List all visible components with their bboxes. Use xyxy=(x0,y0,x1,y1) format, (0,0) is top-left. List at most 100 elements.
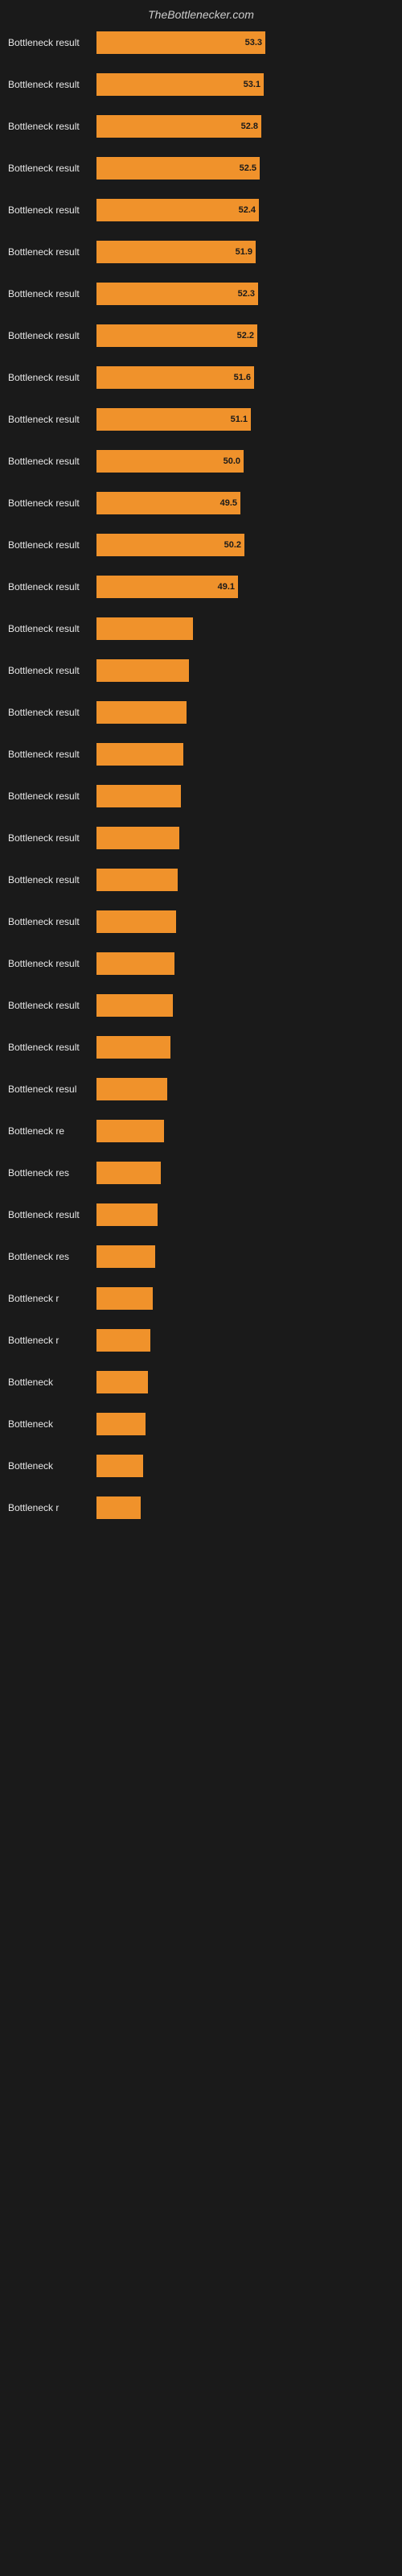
bar-wrapper: 52.8 xyxy=(96,115,394,138)
bar-wrapper: 53.1 xyxy=(96,73,394,96)
bar-wrapper: 51.6 xyxy=(96,366,394,389)
bar-wrapper xyxy=(96,1371,394,1393)
row-separator xyxy=(0,981,402,988)
bar-fill xyxy=(96,869,178,891)
bar-label: Bottleneck xyxy=(8,1418,96,1430)
bar-label: Bottleneck result xyxy=(8,707,96,718)
bar-row: Bottleneck result51.6 xyxy=(0,361,402,394)
bar-value: 53.1 xyxy=(244,80,260,89)
bar-label: Bottleneck result xyxy=(8,497,96,509)
row-separator xyxy=(0,395,402,402)
bar-label: Bottleneck result xyxy=(8,539,96,551)
row-separator xyxy=(0,312,402,318)
bar-label: Bottleneck xyxy=(8,1460,96,1472)
row-separator xyxy=(0,646,402,653)
bar-label: Bottleneck result xyxy=(8,1000,96,1011)
row-separator xyxy=(0,1232,402,1239)
bar-value: 50.0 xyxy=(224,456,240,466)
bar-row: Bottleneck result 52.4 xyxy=(0,194,402,226)
bar-fill: 52.5 xyxy=(96,157,260,180)
bar-wrapper xyxy=(96,1120,394,1142)
bar-fill xyxy=(96,1245,155,1268)
bar-row: Bottleneck xyxy=(0,1408,402,1440)
row-separator xyxy=(0,939,402,946)
bar-row: Bottleneck result52.2 xyxy=(0,320,402,352)
bar-wrapper xyxy=(96,1287,394,1310)
bar-label: Bottleneck result xyxy=(8,1042,96,1053)
bar-label: Bottleneck result xyxy=(8,37,96,48)
bar-wrapper: 50.2 xyxy=(96,534,394,556)
bar-row: Bottleneck result xyxy=(0,906,402,938)
row-separator xyxy=(0,479,402,485)
bar-fill xyxy=(96,1371,148,1393)
bar-fill xyxy=(96,743,183,766)
row-separator xyxy=(0,353,402,360)
bar-fill xyxy=(96,659,189,682)
bar-label: Bottleneck result xyxy=(8,121,96,132)
bar-value: 49.5 xyxy=(220,498,237,508)
bar-row: Bottleneck r xyxy=(0,1282,402,1315)
bar-label: Bottleneck result xyxy=(8,791,96,802)
site-header: TheBottlenecker.com xyxy=(0,0,402,25)
bar-fill xyxy=(96,701,187,724)
bar-label: Bottleneck result xyxy=(8,832,96,844)
bar-fill xyxy=(96,910,176,933)
row-separator xyxy=(0,144,402,151)
bar-row: Bottleneck result51.1 xyxy=(0,403,402,436)
row-separator xyxy=(0,814,402,820)
bar-value: 52.4 xyxy=(239,205,256,215)
bar-row: Bottleneck result xyxy=(0,613,402,645)
bar-label: Bottleneck result xyxy=(8,204,96,216)
bar-value: 52.5 xyxy=(240,163,256,173)
bar-row: Bottleneck result 49.5 xyxy=(0,487,402,519)
bar-wrapper xyxy=(96,827,394,849)
bar-wrapper xyxy=(96,1496,394,1519)
bar-label: Bottleneck re xyxy=(8,1125,96,1137)
row-separator xyxy=(0,1358,402,1364)
bar-label: Bottleneck resul xyxy=(8,1084,96,1095)
bar-value: 51.1 xyxy=(231,415,248,424)
bar-fill xyxy=(96,785,181,807)
bar-row: Bottleneck result 50.0 xyxy=(0,445,402,477)
bar-label: Bottleneck result xyxy=(8,958,96,969)
bar-label: Bottleneck r xyxy=(8,1502,96,1513)
bar-fill xyxy=(96,1078,167,1100)
row-separator xyxy=(0,1149,402,1155)
bar-label: Bottleneck result xyxy=(8,372,96,383)
row-separator xyxy=(0,1107,402,1113)
bar-label: Bottleneck result xyxy=(8,749,96,760)
bar-wrapper xyxy=(96,785,394,807)
bar-label: Bottleneck result xyxy=(8,623,96,634)
row-separator xyxy=(0,228,402,234)
row-separator xyxy=(0,772,402,778)
bar-fill xyxy=(96,1329,150,1352)
bar-label: Bottleneck result xyxy=(8,456,96,467)
bar-label: Bottleneck result xyxy=(8,665,96,676)
bar-row: Bottleneck result51.9 xyxy=(0,236,402,268)
bar-fill xyxy=(96,1162,161,1184)
bar-wrapper xyxy=(96,743,394,766)
bar-row: Bottleneck result xyxy=(0,822,402,854)
bar-wrapper: 52.5 xyxy=(96,157,394,180)
bar-wrapper: 49.1 xyxy=(96,576,394,598)
bar-row: Bottleneck res xyxy=(0,1241,402,1273)
bar-label: Bottleneck result xyxy=(8,246,96,258)
row-separator xyxy=(0,1191,402,1197)
bar-wrapper xyxy=(96,701,394,724)
bar-row: Bottleneck result xyxy=(0,696,402,729)
row-separator xyxy=(0,60,402,67)
bar-wrapper xyxy=(96,869,394,891)
bar-wrapper xyxy=(96,910,394,933)
bar-value: 52.3 xyxy=(238,289,255,299)
bar-fill xyxy=(96,1120,164,1142)
bar-wrapper: 49.5 xyxy=(96,492,394,514)
row-separator xyxy=(0,898,402,904)
bar-label: Bottleneck r xyxy=(8,1293,96,1304)
bar-label: Bottleneck result xyxy=(8,581,96,592)
bar-wrapper xyxy=(96,659,394,682)
row-separator xyxy=(0,605,402,611)
bar-label: Bottleneck result xyxy=(8,1209,96,1220)
row-separator xyxy=(0,521,402,527)
bar-wrapper xyxy=(96,1455,394,1477)
bar-value: 49.1 xyxy=(218,582,235,592)
